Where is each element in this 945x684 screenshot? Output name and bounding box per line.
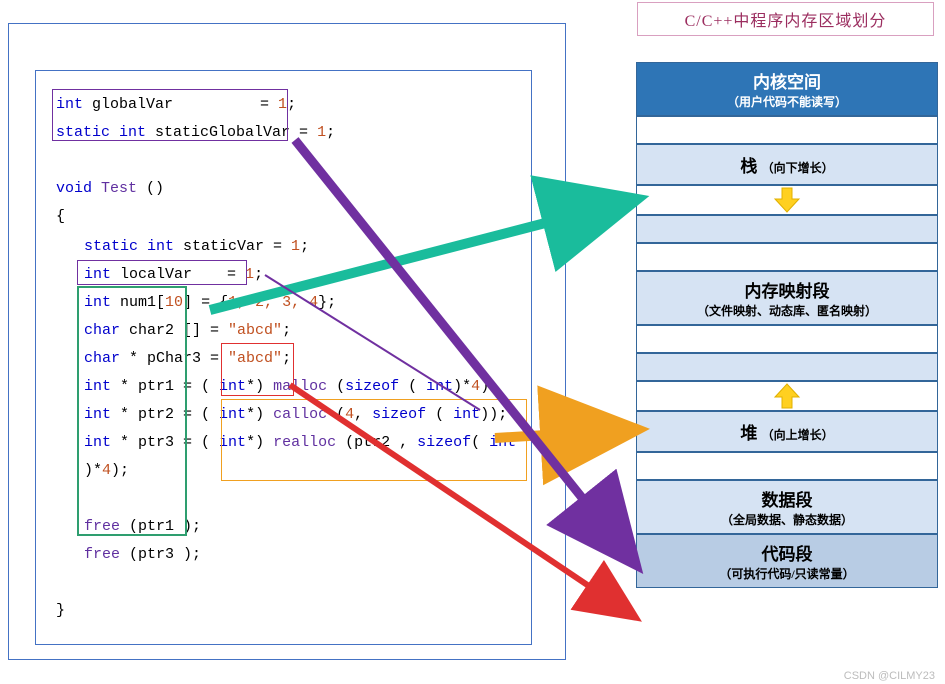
code-line: free (ptr3 );: [56, 541, 519, 569]
arrow-up-icon: [773, 382, 801, 410]
mem-gap: [636, 325, 938, 353]
code-line: void Test (): [56, 175, 519, 203]
mem-stack: 栈 （向下增长）: [636, 144, 938, 185]
mem-gap: [636, 452, 938, 480]
mem-mmap: 内存映射段 （文件映射、动态库、匿名映射）: [636, 271, 938, 325]
mem-stack-arrow: [636, 185, 938, 215]
mem-gap: [636, 243, 938, 271]
code-line: {: [56, 203, 519, 231]
code-line: char * pChar3 = "abcd";: [56, 345, 519, 373]
arrow-down-icon: [773, 186, 801, 214]
mem-code: 代码段 （可执行代码/只读常量）: [636, 534, 938, 588]
mem-gap: [636, 353, 938, 381]
code-line: int localVar = 1;: [56, 261, 519, 289]
code-line: int globalVar = 1;: [56, 91, 519, 119]
code-line: int num1[10] = {1, 2, 3, 4};: [56, 289, 519, 317]
mem-kernel: 内核空间 （用户代码不能读写）: [636, 62, 938, 116]
diagram-title: C/C++中程序内存区域划分: [637, 2, 934, 36]
memory-layout-table: 内核空间 （用户代码不能读写） 栈 （向下增长） 内存映射段 （文件映射、动态库…: [636, 62, 938, 588]
code-line: int * ptr2 = ( int*) calloc (4, sizeof (…: [56, 401, 519, 429]
watermark: CSDN @CILMY23: [844, 670, 935, 682]
mem-heap: 堆 （向上增长）: [636, 411, 938, 452]
mem-gap: [636, 116, 938, 144]
mem-heap-arrow: [636, 381, 938, 411]
code-line: static int staticGlobalVar = 1;: [56, 119, 519, 147]
code-line: free (ptr1 );: [56, 513, 519, 541]
mem-data: 数据段 （全局数据、静态数据）: [636, 480, 938, 534]
code-line: }: [56, 597, 519, 625]
code-panel: int globalVar = 1; static int staticGlob…: [35, 70, 532, 645]
code-line: static int staticVar = 1;: [56, 233, 519, 261]
code-line: int * ptr1 = ( int*) malloc (sizeof ( in…: [56, 373, 519, 401]
code-line: int * ptr3 = ( int*) realloc (ptr2 , siz…: [56, 429, 519, 485]
mem-gap: [636, 215, 938, 243]
code-line: char char2 [] = "abcd";: [56, 317, 519, 345]
